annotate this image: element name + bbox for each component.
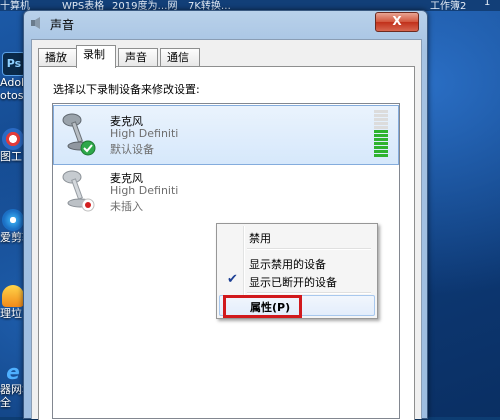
level-bar xyxy=(374,118,388,121)
video-editor-icon xyxy=(2,209,24,231)
menu-separator xyxy=(247,248,371,250)
level-bar xyxy=(374,130,388,133)
device-row[interactable]: 麦克风 High Definiti 未插入 xyxy=(54,163,398,221)
menu-separator xyxy=(247,292,371,294)
input-level-meter xyxy=(374,110,388,158)
tab-communications[interactable]: 通信 xyxy=(160,48,200,67)
close-button[interactable]: X xyxy=(375,12,419,32)
device-description: High Definiti xyxy=(110,127,179,140)
menu-item-show-disconnected[interactable]: ✔ 显示已断开的设备 xyxy=(219,270,373,290)
level-bar xyxy=(374,154,388,157)
tab-sounds[interactable]: 声音 xyxy=(118,48,158,67)
level-bar xyxy=(374,150,388,153)
close-icon: X xyxy=(392,14,402,28)
device-status: 默认设备 xyxy=(110,143,154,156)
device-description: High Definiti xyxy=(110,184,179,197)
cleanup-icon xyxy=(2,285,24,307)
device-row[interactable]: 麦克风 High Definiti 默认设备 xyxy=(53,105,399,165)
level-bar xyxy=(374,110,388,113)
title-bar[interactable]: 声音 X xyxy=(24,11,427,35)
tab-playback[interactable]: 播放 xyxy=(38,48,78,67)
dialog-client-area: 播放 录制 声音 通信 选择以下录制设备来修改设置: 麦克风 High Defi… xyxy=(31,39,422,420)
tab-recording[interactable]: 录制 xyxy=(76,45,116,68)
level-bar xyxy=(374,142,388,145)
level-bar xyxy=(374,138,388,141)
menu-item-label: 显示已断开的设备 xyxy=(249,276,337,289)
menu-item-show-disabled[interactable]: 显示禁用的设备 xyxy=(219,252,373,272)
ie-browser-icon: e xyxy=(6,360,20,384)
sound-dialog: 声音 X 播放 录制 声音 通信 选择以下录制设备来修改设置: 麦克风 High… xyxy=(23,10,428,420)
level-bar xyxy=(374,114,388,117)
level-bar xyxy=(374,146,388,149)
top-strip-text: 1 xyxy=(484,0,491,8)
microphone-icon xyxy=(62,170,95,212)
menu-item-disable[interactable]: 禁用 xyxy=(219,226,373,246)
level-bar xyxy=(374,126,388,129)
top-strip-text: 工作簿2 xyxy=(430,1,467,12)
level-bar xyxy=(374,122,388,125)
image-tool-icon xyxy=(2,128,24,150)
recording-panel: 选择以下录制设备来修改设置: 麦克风 High Definiti 默认设备 麦克… xyxy=(38,66,415,420)
window-title: 声音 xyxy=(50,18,75,32)
speaker-icon xyxy=(31,17,40,29)
highlight-box xyxy=(223,295,302,318)
checkmark-icon: ✔ xyxy=(227,272,238,287)
microphone-icon xyxy=(62,113,96,156)
device-status: 未插入 xyxy=(110,200,143,213)
level-bar xyxy=(374,134,388,137)
check-icon xyxy=(80,140,96,156)
recording-device-list[interactable]: 麦克风 High Definiti 默认设备 麦克风 High Definiti… xyxy=(52,103,400,419)
instruction-text: 选择以下录制设备来修改设置: xyxy=(53,83,200,96)
menu-item-label: 禁用 xyxy=(249,232,271,245)
